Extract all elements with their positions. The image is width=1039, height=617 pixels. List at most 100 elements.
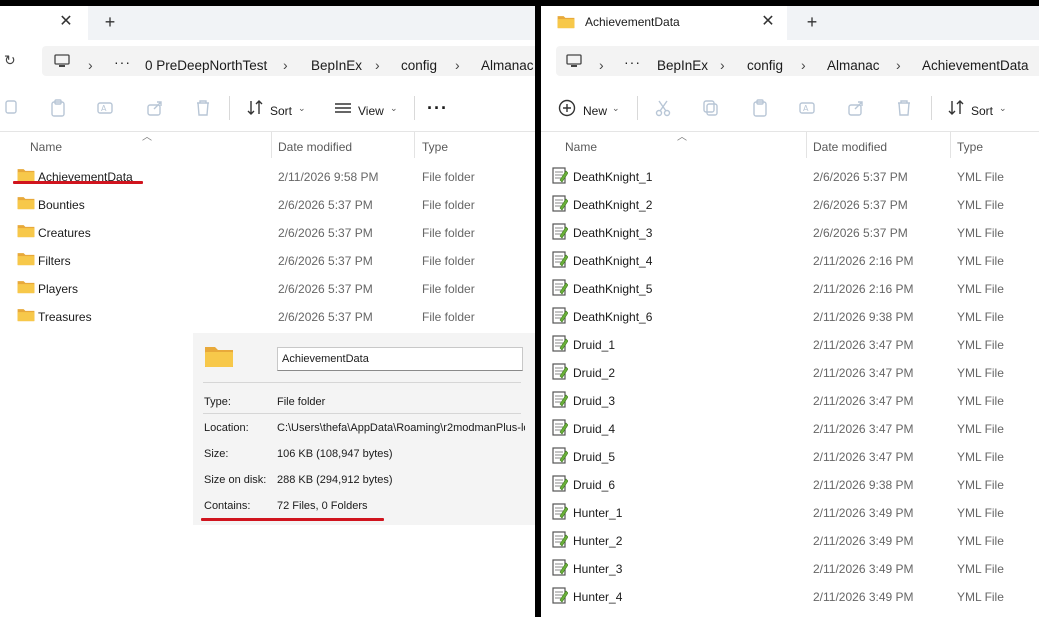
more-crumbs-icon[interactable]: ··· xyxy=(114,54,131,70)
sort-icon[interactable] xyxy=(946,98,966,118)
view-button[interactable]: View xyxy=(358,104,384,118)
yml-file-icon xyxy=(552,223,569,243)
column-separator xyxy=(950,132,951,158)
column-header-type[interactable]: Type xyxy=(957,140,983,154)
address-bar[interactable]: › ··· BepInEx › config › Almanac › Achie… xyxy=(556,46,1039,76)
breadcrumb-0[interactable]: BepInEx xyxy=(657,58,708,73)
list-item[interactable]: Bounties 2/6/2026 5:37 PM File folder xyxy=(0,190,535,218)
folder-icon xyxy=(17,251,35,269)
yml-file-icon xyxy=(552,195,569,215)
active-tab[interactable]: ✕ xyxy=(0,6,88,40)
copy-icon[interactable] xyxy=(2,98,22,118)
toolbar-divider xyxy=(414,96,415,120)
new-tab-icon[interactable]: + xyxy=(802,12,822,32)
list-item[interactable]: Hunter_2 2/11/2026 3:49 PM YML File xyxy=(541,526,1039,554)
rename-icon[interactable]: A xyxy=(96,98,116,118)
size-label: Size: xyxy=(204,448,229,460)
list-item[interactable]: Druid_2 2/11/2026 3:47 PM YML File xyxy=(541,358,1039,386)
sort-button[interactable]: Sort xyxy=(270,104,292,118)
cell-name: Druid_1 xyxy=(573,338,616,352)
toolbar-divider xyxy=(229,96,230,120)
cell-date: 2/11/2026 3:47 PM xyxy=(813,450,914,464)
share-icon[interactable] xyxy=(145,98,165,118)
active-tab[interactable]: AchievementData ✕ xyxy=(541,6,787,40)
yml-file-icon xyxy=(552,307,569,327)
list-item[interactable]: Creatures 2/6/2026 5:37 PM File folder xyxy=(0,218,535,246)
list-item[interactable]: Treasures 2/6/2026 5:37 PM File folder xyxy=(0,302,535,330)
column-header-name[interactable]: Name xyxy=(30,140,62,154)
cell-type: YML File xyxy=(957,506,1004,520)
yml-file-icon xyxy=(552,503,569,523)
list-item[interactable]: Players 2/6/2026 5:37 PM File folder xyxy=(0,274,535,302)
cell-name: Druid_6 xyxy=(573,478,616,492)
new-tab-icon[interactable]: + xyxy=(100,12,120,32)
list-item[interactable]: DeathKnight_6 2/11/2026 9:38 PM YML File xyxy=(541,302,1039,330)
refresh-icon[interactable]: ↻ xyxy=(4,52,16,69)
list-item[interactable]: DeathKnight_5 2/11/2026 2:16 PM YML File xyxy=(541,274,1039,302)
paste-icon[interactable] xyxy=(750,98,770,118)
list-item[interactable]: DeathKnight_4 2/11/2026 2:16 PM YML File xyxy=(541,246,1039,274)
chevron-right-icon: › xyxy=(599,57,604,73)
cell-date: 2/11/2026 2:16 PM xyxy=(813,282,914,296)
cut-icon[interactable] xyxy=(653,98,673,118)
sort-icon[interactable] xyxy=(245,98,265,118)
rename-icon[interactable]: A xyxy=(798,98,818,118)
breadcrumb-0[interactable]: 0 PreDeepNorthTest xyxy=(145,58,267,73)
more-options-icon[interactable]: ··· xyxy=(427,98,448,119)
breadcrumb-3[interactable]: Almanac xyxy=(481,58,534,73)
view-icon[interactable] xyxy=(333,98,353,118)
address-bar-row: › ··· BepInEx › config › Almanac › Achie… xyxy=(541,40,1039,84)
folder-name-field[interactable]: AchievementData xyxy=(277,347,523,371)
cell-date: 2/6/2026 5:37 PM xyxy=(813,226,908,240)
copy-icon[interactable] xyxy=(701,98,721,118)
new-button[interactable]: New xyxy=(583,104,607,118)
column-header-type[interactable]: Type xyxy=(422,140,448,154)
list-item[interactable]: Druid_4 2/11/2026 3:47 PM YML File xyxy=(541,414,1039,442)
list-item[interactable]: Hunter_1 2/11/2026 3:49 PM YML File xyxy=(541,498,1039,526)
breadcrumb-2[interactable]: config xyxy=(401,58,437,73)
delete-icon[interactable] xyxy=(193,98,213,118)
cell-date: 2/11/2026 3:47 PM xyxy=(813,394,914,408)
column-header-date[interactable]: Date modified xyxy=(813,140,887,154)
new-icon[interactable] xyxy=(557,98,577,118)
location-label: Location: xyxy=(204,422,249,434)
delete-icon[interactable] xyxy=(894,98,914,118)
cell-name: Filters xyxy=(38,254,71,268)
breadcrumb-3[interactable]: AchievementData xyxy=(922,58,1029,73)
column-header-name[interactable]: Name xyxy=(565,140,597,154)
cell-date: 2/11/2026 3:49 PM xyxy=(813,562,914,576)
size-on-disk-label: Size on disk: xyxy=(204,474,267,486)
yml-file-icon xyxy=(552,167,569,187)
breadcrumb-1[interactable]: BepInEx xyxy=(311,58,362,73)
breadcrumb-2[interactable]: Almanac xyxy=(827,58,880,73)
left-explorer-window: ✕ + ↻ › ··· 0 PreDeepNorthTest › BepInEx… xyxy=(0,0,535,617)
close-tab-icon[interactable]: ✕ xyxy=(56,12,76,32)
share-icon[interactable] xyxy=(846,98,866,118)
folder-icon xyxy=(17,307,35,325)
list-item[interactable]: Druid_1 2/11/2026 3:47 PM YML File xyxy=(541,330,1039,358)
cell-name: Hunter_1 xyxy=(573,506,623,520)
list-item[interactable]: Druid_3 2/11/2026 3:47 PM YML File xyxy=(541,386,1039,414)
list-item[interactable]: AchievementData 2/11/2026 9:58 PM File fol… xyxy=(0,162,535,190)
list-item[interactable]: Hunter_4 2/11/2026 3:49 PM YML File xyxy=(541,582,1039,610)
list-item[interactable]: DeathKnight_1 2/6/2026 5:37 PM YML File xyxy=(541,162,1039,190)
list-item[interactable]: Hunter_3 2/11/2026 3:49 PM YML File xyxy=(541,554,1039,582)
list-item[interactable]: DeathKnight_2 2/6/2026 5:37 PM YML File xyxy=(541,190,1039,218)
cell-type: YML File xyxy=(957,254,1004,268)
list-item[interactable]: DeathKnight_3 2/6/2026 5:37 PM YML File xyxy=(541,218,1039,246)
list-item[interactable]: Filters 2/6/2026 5:37 PM File folder xyxy=(0,246,535,274)
paste-icon[interactable] xyxy=(48,98,68,118)
cell-type: YML File xyxy=(957,534,1004,548)
list-item[interactable]: Druid_6 2/11/2026 9:38 PM YML File xyxy=(541,470,1039,498)
column-header-date[interactable]: Date modified xyxy=(278,140,352,154)
chevron-down-icon: ⌄ xyxy=(298,103,306,113)
more-crumbs-icon[interactable]: ··· xyxy=(624,54,641,70)
close-tab-icon[interactable]: ✕ xyxy=(758,12,778,32)
sort-button[interactable]: Sort xyxy=(971,104,993,118)
list-item[interactable]: Druid_5 2/11/2026 3:47 PM YML File xyxy=(541,442,1039,470)
yml-file-icon xyxy=(552,391,569,411)
breadcrumb-1[interactable]: config xyxy=(747,58,783,73)
cell-type: YML File xyxy=(957,394,1004,408)
address-bar[interactable]: › ··· 0 PreDeepNorthTest › BepInEx › con… xyxy=(42,46,535,76)
chevron-right-icon: › xyxy=(801,57,806,73)
